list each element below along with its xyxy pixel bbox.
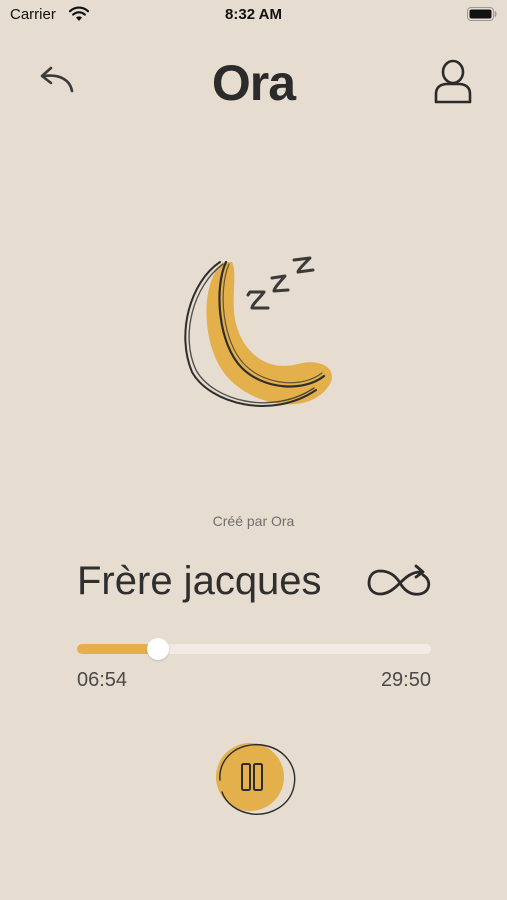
- user-icon: [434, 59, 472, 104]
- track-title: Frère jacques: [77, 559, 322, 603]
- pause-button[interactable]: [208, 736, 300, 818]
- profile-button[interactable]: [430, 56, 476, 106]
- top-navigation: Ora: [0, 48, 507, 118]
- loop-button[interactable]: [366, 563, 434, 601]
- infinity-loop-icon: [367, 564, 431, 596]
- battery-icon: [467, 7, 497, 21]
- total-time: 29:50: [380, 669, 431, 691]
- pause-icon: [216, 743, 296, 815]
- progress-thumb[interactable]: [147, 638, 170, 660]
- sleeping-moon-illustration: [184, 256, 332, 407]
- status-bar: Carrier 8:32 AM: [0, 0, 507, 32]
- elapsed-time: 06:54: [77, 669, 128, 691]
- progress-slider[interactable]: [77, 638, 431, 660]
- creator-label: Créé par Ora: [212, 513, 295, 529]
- clock: 8:32 AM: [225, 6, 282, 23]
- progress-fill: [77, 644, 159, 654]
